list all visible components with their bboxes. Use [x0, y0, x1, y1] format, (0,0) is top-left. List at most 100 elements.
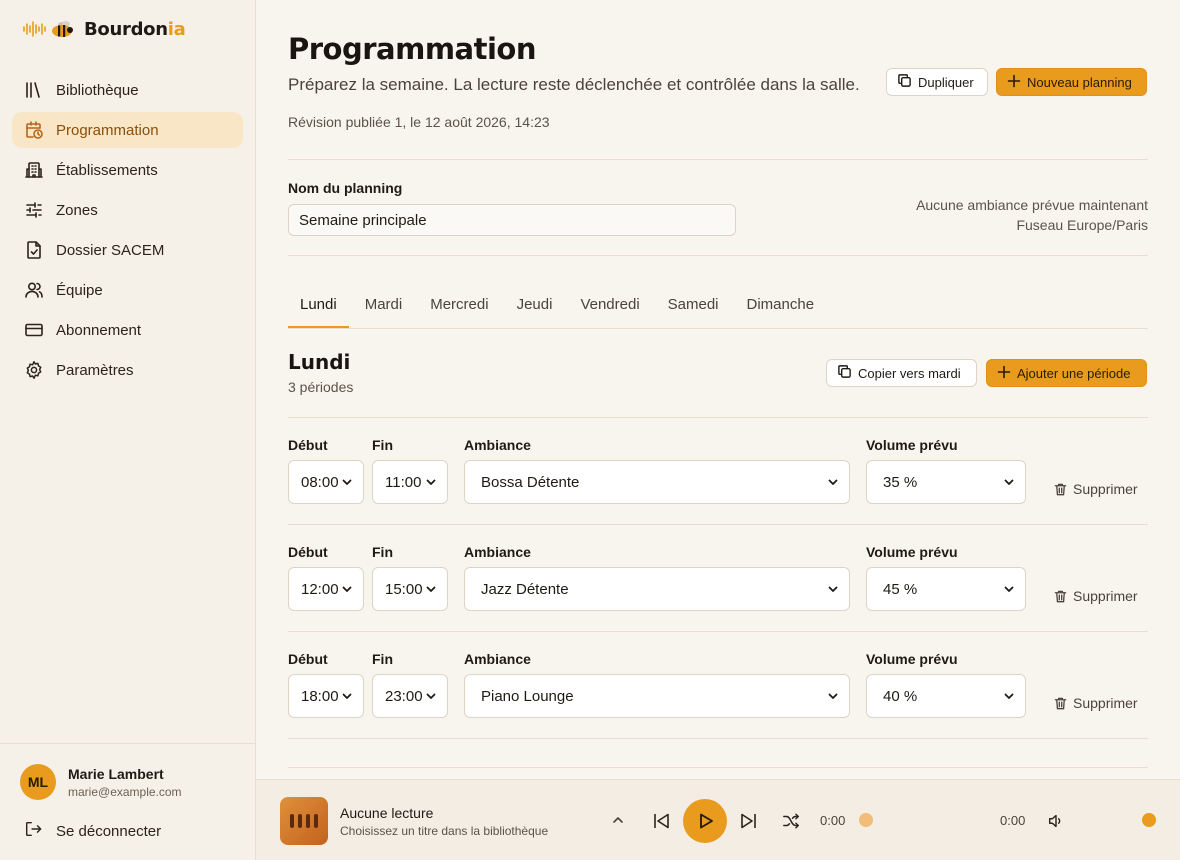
add-period-label: Ajouter une période: [1017, 365, 1131, 381]
trash-icon: [1054, 483, 1067, 495]
shuffle-button[interactable]: [780, 810, 802, 832]
chevron-down-icon: [828, 586, 838, 592]
end-time-select[interactable]: 11:00: [372, 460, 448, 504]
start-time-select[interactable]: 12:00: [288, 567, 364, 611]
sidebar-item-bibliotheque[interactable]: Bibliothèque: [12, 72, 243, 108]
day-tabs: Lundi Mardi Mercredi Jeudi Vendredi Same…: [288, 284, 830, 328]
ambiance-value: Jazz Détente: [481, 580, 569, 598]
divider: [288, 255, 1148, 256]
delete-period-button[interactable]: Supprimer: [1053, 695, 1138, 711]
start-label: Début: [288, 544, 328, 560]
row-divider: [288, 524, 1148, 525]
start-time-select[interactable]: 08:00: [288, 460, 364, 504]
user-profile[interactable]: ML Marie Lambert marie@example.com: [20, 764, 182, 800]
volume-slider[interactable]: [1079, 813, 1156, 827]
users-icon: [24, 280, 44, 300]
end-time-select[interactable]: 23:00: [372, 674, 448, 718]
volume-select[interactable]: 45 %: [866, 567, 1026, 611]
track-title: Aucune lecture: [340, 805, 434, 821]
ambiance-select[interactable]: Bossa Détente: [464, 460, 850, 504]
volume-select[interactable]: 35 %: [866, 460, 1026, 504]
chevron-up-icon: [613, 817, 623, 823]
logout-button[interactable]: Se déconnecter: [24, 820, 161, 842]
chevron-down-icon: [828, 693, 838, 699]
sidebar-item-dossier-sacem[interactable]: Dossier SACEM: [12, 232, 243, 268]
chevron-down-icon: [426, 693, 436, 699]
progress-slider[interactable]: [859, 813, 989, 827]
gear-icon: [24, 360, 44, 380]
next-button[interactable]: [738, 810, 760, 832]
start-time-value: 08:00: [301, 473, 339, 491]
sidebar-item-equipe[interactable]: Équipe: [12, 272, 243, 308]
delete-period-button[interactable]: Supprimer: [1053, 588, 1138, 604]
volume-button[interactable]: [1045, 810, 1067, 832]
end-label: Fin: [372, 651, 393, 667]
page-subtitle: Préparez la semaine. La lecture reste dé…: [288, 75, 860, 94]
volume-value: 40 %: [883, 687, 918, 705]
planning-name-input[interactable]: [288, 204, 736, 236]
divider: [288, 767, 1148, 768]
tab-vendredi[interactable]: Vendredi: [568, 284, 651, 328]
ambiance-value: Piano Lounge: [481, 687, 574, 705]
tab-samedi[interactable]: Samedi: [656, 284, 731, 328]
brand-logo[interactable]: Bourdonia: [22, 18, 186, 40]
start-time-select[interactable]: 18:00: [288, 674, 364, 718]
end-time-select[interactable]: 15:00: [372, 567, 448, 611]
row-divider: [288, 631, 1148, 632]
chevron-down-icon: [426, 479, 436, 485]
progress-handle[interactable]: [859, 813, 873, 827]
copy-icon: [897, 73, 912, 91]
sidebar-item-label: Équipe: [56, 281, 103, 299]
tab-mardi[interactable]: Mardi: [353, 284, 415, 328]
plus-icon: [1007, 74, 1021, 91]
sidebar-item-label: Établissements: [56, 161, 158, 179]
time-total: 0:00: [1000, 813, 1026, 828]
sidebar-item-label: Paramètres: [56, 361, 134, 379]
ambiance-label: Ambiance: [464, 437, 531, 453]
file-check-icon: [24, 240, 44, 260]
sidebar-item-etablissements[interactable]: Établissements: [12, 152, 243, 188]
end-label: Fin: [372, 544, 393, 560]
copy-icon: [837, 364, 852, 382]
audio-player: Aucune lecture Choisissez un titre dans …: [256, 779, 1180, 860]
tab-dimanche[interactable]: Dimanche: [735, 284, 827, 328]
volume-label: Volume prévu: [866, 651, 958, 667]
ambiance-label: Ambiance: [464, 651, 531, 667]
logo-waveform-bee-icon: [23, 21, 73, 37]
chevron-down-icon: [342, 586, 352, 592]
volume-label: Volume prévu: [866, 544, 958, 560]
new-planning-label: Nouveau planning: [1027, 74, 1132, 90]
end-time-value: 15:00: [385, 580, 423, 598]
sidebar-item-zones[interactable]: Zones: [12, 192, 243, 228]
ambiance-value: Bossa Détente: [481, 473, 580, 491]
building-icon: [24, 160, 44, 180]
row-divider: [288, 738, 1148, 739]
delete-label: Supprimer: [1073, 481, 1138, 497]
ambiance-select[interactable]: Jazz Détente: [464, 567, 850, 611]
chevron-down-icon: [1004, 693, 1014, 699]
volume-icon: [1048, 814, 1061, 828]
copy-to-tuesday-button[interactable]: Copier vers mardi: [826, 359, 977, 387]
tab-mercredi[interactable]: Mercredi: [418, 284, 500, 328]
tab-lundi[interactable]: Lundi: [288, 284, 349, 328]
ambiance-label: Ambiance: [464, 544, 531, 560]
duplicate-button[interactable]: Dupliquer: [886, 68, 988, 96]
add-period-button[interactable]: Ajouter une période: [986, 359, 1147, 387]
ambiance-select[interactable]: Piano Lounge: [464, 674, 850, 718]
expand-player-button[interactable]: [608, 810, 628, 830]
chevron-down-icon: [342, 479, 352, 485]
skip-forward-icon: [741, 813, 756, 829]
delete-period-button[interactable]: Supprimer: [1053, 481, 1138, 497]
play-button[interactable]: [683, 799, 727, 843]
tabs-divider: [288, 328, 1148, 329]
tab-jeudi[interactable]: Jeudi: [505, 284, 565, 328]
volume-select[interactable]: 40 %: [866, 674, 1026, 718]
sidebar-item-parametres[interactable]: Paramètres: [12, 352, 243, 388]
page-title: Programmation: [288, 32, 537, 66]
user-email: marie@example.com: [68, 784, 182, 799]
sidebar-item-programmation[interactable]: Programmation: [12, 112, 243, 148]
volume-handle[interactable]: [1142, 813, 1156, 827]
new-planning-button[interactable]: Nouveau planning: [996, 68, 1147, 96]
previous-button[interactable]: [650, 810, 672, 832]
sidebar-item-abonnement[interactable]: Abonnement: [12, 312, 243, 348]
